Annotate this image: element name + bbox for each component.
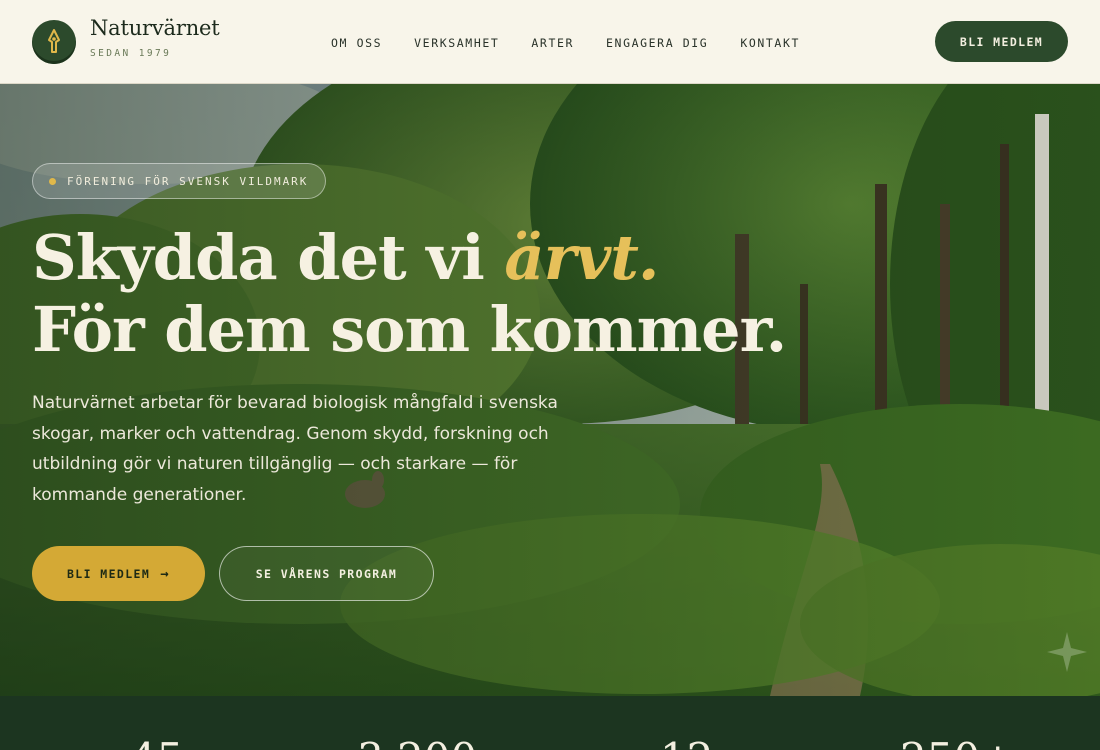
brand-name[interactable]: Naturvärnet bbox=[90, 16, 220, 40]
badge-dot-icon bbox=[49, 177, 56, 185]
headline-line1: Skydda det vi bbox=[32, 221, 505, 294]
badge-text: FÖRENING FÖR SVENSK VILDMARK bbox=[67, 174, 309, 188]
hero-badge: FÖRENING FÖR SVENSK VILDMARK bbox=[32, 163, 327, 199]
nav-item-engagera-dig[interactable]: ENGAGERA DIG bbox=[606, 36, 708, 50]
hero-headline: Skydda det vi ärvt. För dem som kommer. bbox=[32, 221, 787, 366]
hero-section: FÖRENING FÖR SVENSK VILDMARK Skydda det … bbox=[0, 84, 1100, 696]
stat-value: 45 bbox=[130, 734, 183, 750]
hero-join-button-label: BLI MEDLEM bbox=[66, 566, 151, 581]
sparkle-icon bbox=[1047, 632, 1087, 672]
site-header: Naturvärnet SEDAN 1979 OM OSS VERKSAMHET… bbox=[0, 0, 1100, 84]
nav-item-verksamhet[interactable]: VERKSAMHET bbox=[414, 36, 499, 50]
stat-value: 250+ bbox=[900, 734, 1015, 750]
logo-feather-icon[interactable] bbox=[32, 20, 76, 64]
nav-item-kontakt[interactable]: KONTAKT bbox=[740, 36, 800, 50]
arrow-right-icon: → bbox=[160, 565, 171, 582]
nav-item-om-oss[interactable]: OM OSS bbox=[331, 36, 382, 50]
hero-join-button[interactable]: BLI MEDLEM → bbox=[32, 546, 205, 601]
hero-lede: Naturvärnet arbetar för bevarad biologis… bbox=[32, 393, 558, 505]
headline-accent: ärvt. bbox=[504, 221, 659, 294]
headline-line2: För dem som kommer. bbox=[32, 293, 787, 366]
stat-value: 3 200 bbox=[357, 734, 477, 750]
nav-item-arter[interactable]: ARTER bbox=[531, 36, 574, 50]
spring-program-button[interactable]: SE VÅRENS PROGRAM bbox=[219, 546, 434, 601]
header-join-button[interactable]: BLI MEDLEM bbox=[935, 21, 1068, 62]
main-nav: OM OSS VERKSAMHET ARTER ENGAGERA DIG KON… bbox=[331, 36, 800, 50]
brand-tagline: SEDAN 1979 bbox=[90, 48, 172, 59]
stat-value: 12 bbox=[660, 734, 713, 750]
stats-strip: 45 3 200 12 250+ bbox=[0, 696, 1100, 750]
